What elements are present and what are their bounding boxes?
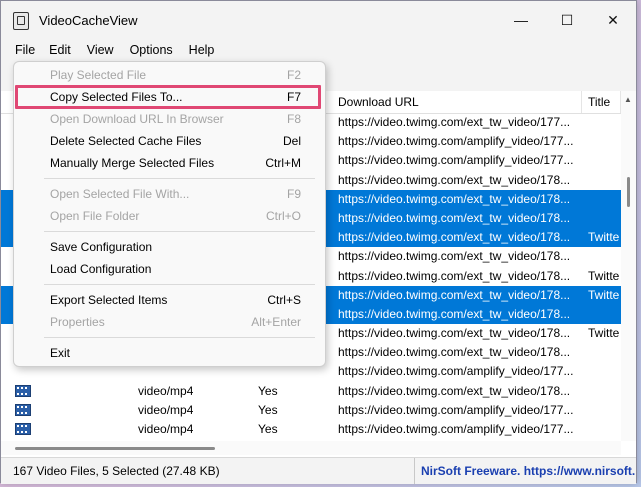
video-file-icon bbox=[15, 384, 31, 397]
vertical-scrollbar[interactable]: ▲ bbox=[621, 91, 636, 441]
minimize-button[interactable]: — bbox=[498, 1, 544, 39]
menu-item-label: Properties bbox=[50, 315, 105, 329]
menu-item-label: Exit bbox=[50, 346, 71, 360]
cell-download-url: https://video.twimg.com/ext_tw_video/178… bbox=[338, 345, 571, 360]
menu-item-label: Open Download URL In Browser bbox=[50, 112, 224, 126]
cell-download-url: https://video.twimg.com/ext_tw_video/178… bbox=[338, 268, 571, 283]
cell-download-url: https://video.twimg.com/ext_tw_video/178… bbox=[338, 230, 571, 245]
menu-item-play-selected-file[interactable]: Play Selected File F2 bbox=[14, 64, 325, 86]
cell-content-type: video/mp4 bbox=[138, 402, 194, 417]
menu-item-label: Play Selected File bbox=[50, 68, 147, 82]
scroll-up-icon[interactable]: ▲ bbox=[624, 95, 632, 104]
cell-download-url: https://video.twimg.com/ext_tw_video/178… bbox=[338, 326, 571, 341]
menu-item-load-configuration[interactable]: Load Configuration bbox=[14, 258, 325, 280]
close-button[interactable]: ✕ bbox=[590, 1, 636, 39]
menu-edit[interactable]: Edit bbox=[43, 43, 77, 57]
menu-item-label: Save Configuration bbox=[50, 240, 153, 254]
column-header-download-url[interactable]: Download URL bbox=[332, 91, 582, 113]
menu-item-export-selected-items[interactable]: Export Selected Items Ctrl+S bbox=[14, 289, 325, 311]
menu-item-shortcut: F8 bbox=[286, 112, 301, 126]
cell-download-url: https://video.twimg.com/amplify_video/17… bbox=[338, 364, 574, 379]
menu-separator bbox=[44, 284, 315, 285]
title-bar: VideoCacheView — ☐ ✕ bbox=[1, 1, 636, 39]
menu-item-open-selected-file-with[interactable]: Open Selected File With... F9 bbox=[14, 183, 325, 205]
menu-item-label: Load Configuration bbox=[50, 262, 152, 276]
menu-item-label: Open Selected File With... bbox=[50, 187, 190, 201]
menu-item-label: Manually Merge Selected Files bbox=[50, 156, 215, 170]
cell-title: Twitte bbox=[588, 268, 620, 283]
cell-download-url: https://video.twimg.com/ext_tw_video/178… bbox=[338, 172, 571, 187]
cell-title: Twitte bbox=[588, 230, 620, 245]
menu-item-open-file-folder[interactable]: Open File Folder Ctrl+O bbox=[14, 205, 325, 227]
table-row[interactable]: video/mp4 Yes https://video.twimg.com/ext_… bbox=[1, 382, 621, 401]
vertical-scroll-thumb[interactable] bbox=[627, 177, 630, 207]
table-row[interactable]: video/mp4 Yes https://video.twimg.com/ampl… bbox=[1, 401, 621, 420]
cell-download-url: https://video.twimg.com/ext_tw_video/178… bbox=[338, 306, 571, 321]
video-file-icon bbox=[15, 423, 31, 435]
menu-file[interactable]: File bbox=[11, 43, 39, 57]
cell-download-url: https://video.twimg.com/ext_tw_video/178… bbox=[338, 383, 571, 398]
menu-item-shortcut: Ctrl+S bbox=[267, 293, 301, 307]
menu-bar: File Edit View Options Help bbox=[1, 39, 636, 61]
menu-separator bbox=[44, 337, 315, 338]
highlight-box bbox=[15, 85, 321, 109]
menu-item-save-configuration[interactable]: Save Configuration bbox=[14, 236, 325, 258]
menu-item-label: Export Selected Items bbox=[50, 293, 168, 307]
status-summary: 167 Video Files, 5 Selected (27.48 KB) bbox=[13, 464, 220, 478]
cell-download-url: https://video.twimg.com/ext_tw_video/178… bbox=[338, 287, 571, 302]
nirsoft-link[interactable]: NirSoft Freeware. https://www.nirsoft.n bbox=[414, 458, 636, 484]
menu-item-delete-selected-cache-files[interactable]: Delete Selected Cache Files Del bbox=[14, 130, 325, 152]
cell-content-type: video/mp4 bbox=[138, 422, 194, 436]
menu-item-shortcut: Alt+Enter bbox=[251, 315, 301, 329]
cell-download-url: https://video.twimg.com/amplify_video/17… bbox=[338, 153, 574, 168]
menu-item-exit[interactable]: Exit bbox=[14, 342, 325, 364]
column-header-title[interactable]: Title bbox=[582, 91, 621, 113]
status-bar: 167 Video Files, 5 Selected (27.48 KB) N… bbox=[1, 457, 636, 484]
cell-download-url: https://video.twimg.com/amplify_video/17… bbox=[338, 134, 574, 149]
cell-download-url: https://video.twimg.com/ext_tw_video/178… bbox=[338, 249, 571, 264]
horizontal-scrollbar[interactable] bbox=[1, 441, 621, 455]
cell-download-url: https://video.twimg.com/amplify_video/17… bbox=[338, 422, 574, 436]
cell-in-cache: Yes bbox=[258, 422, 278, 436]
menu-separator bbox=[44, 178, 315, 179]
menu-item-label: Open File Folder bbox=[50, 209, 140, 223]
cell-in-cache: Yes bbox=[258, 383, 278, 398]
menu-view[interactable]: View bbox=[81, 43, 120, 57]
cell-content-type: video/mp4 bbox=[138, 383, 194, 398]
menu-separator bbox=[44, 231, 315, 232]
window-title: VideoCacheView bbox=[39, 13, 138, 28]
cell-download-url: https://video.twimg.com/ext_tw_video/177… bbox=[338, 115, 571, 129]
maximize-button[interactable]: ☐ bbox=[544, 1, 590, 39]
cell-title: Twitte bbox=[588, 326, 620, 341]
menu-item-shortcut: F9 bbox=[286, 187, 301, 201]
menu-item-shortcut: F2 bbox=[286, 68, 301, 82]
menu-item-label: Delete Selected Cache Files bbox=[50, 134, 202, 148]
cell-in-cache: Yes bbox=[258, 402, 278, 417]
menu-item-properties[interactable]: Properties Alt+Enter bbox=[14, 311, 325, 333]
video-file-icon bbox=[15, 403, 31, 416]
menu-item-shortcut: Ctrl+M bbox=[265, 156, 301, 170]
menu-options[interactable]: Options bbox=[124, 43, 179, 57]
menu-item-manually-merge-selected-files[interactable]: Manually Merge Selected Files Ctrl+M bbox=[14, 152, 325, 174]
menu-item-shortcut: Ctrl+O bbox=[265, 209, 301, 223]
table-row[interactable]: video/mp4 Yes https://video.twimg.com/ampl… bbox=[1, 420, 621, 439]
horizontal-scroll-thumb[interactable] bbox=[15, 447, 215, 450]
menu-item-shortcut: Del bbox=[282, 134, 301, 148]
cell-download-url: https://video.twimg.com/amplify_video/17… bbox=[338, 402, 574, 417]
app-icon bbox=[13, 12, 29, 30]
cell-download-url: https://video.twimg.com/ext_tw_video/178… bbox=[338, 191, 571, 206]
cell-title: Twitte bbox=[588, 287, 620, 302]
app-window: VideoCacheView — ☐ ✕ File Edit View Opti… bbox=[0, 0, 637, 484]
menu-help[interactable]: Help bbox=[183, 43, 221, 57]
cell-download-url: https://video.twimg.com/ext_tw_video/178… bbox=[338, 210, 571, 225]
menu-item-open-download-url[interactable]: Open Download URL In Browser F8 bbox=[14, 108, 325, 130]
